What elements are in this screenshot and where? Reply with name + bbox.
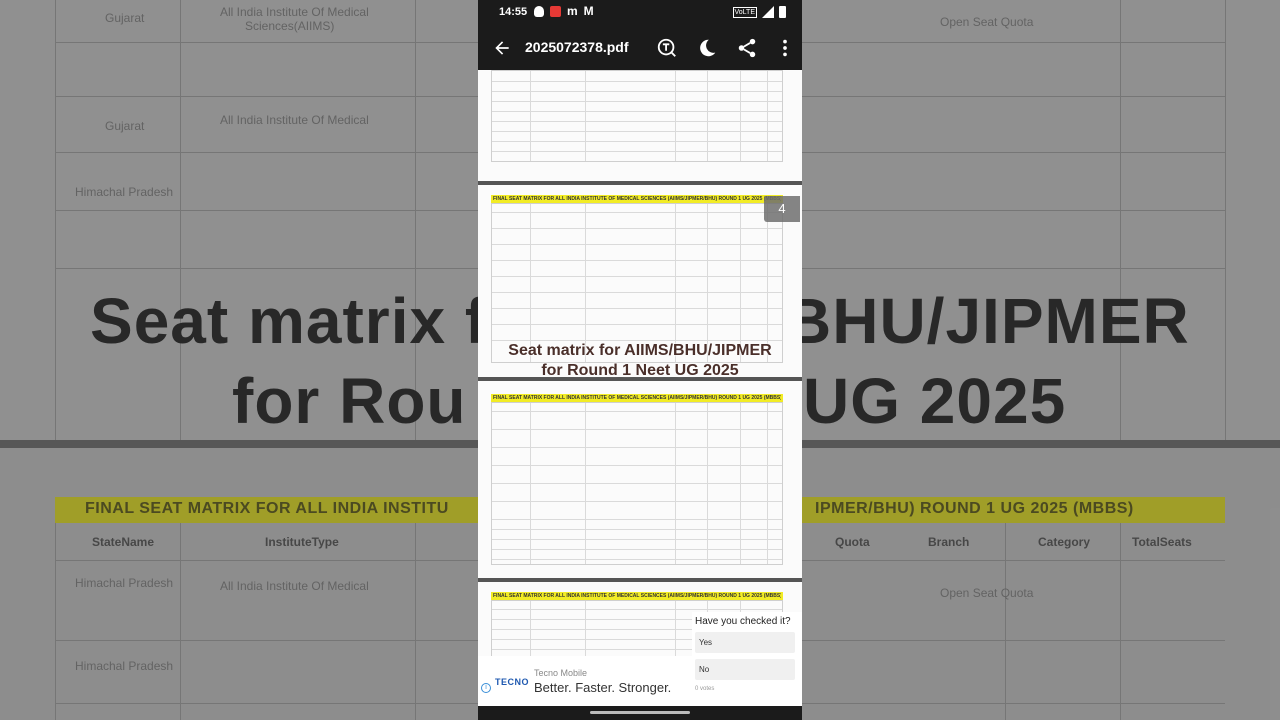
- battery-icon: [779, 6, 786, 18]
- text-to-speech-icon[interactable]: [656, 37, 678, 59]
- caption-line-2: for Round 1 Neet UG 2025: [541, 362, 739, 379]
- status-time: 14:55: [499, 6, 528, 18]
- pdf-page: [478, 70, 802, 181]
- ad-banner[interactable]: i TECNO Tecno Mobile Better. Faster. Str…: [478, 656, 692, 706]
- poll-question: Have you checked it?: [695, 616, 791, 627]
- pdf-page-header: FINAL SEAT MATRIX FOR ALL INDIA INSTITUT…: [493, 593, 781, 599]
- back-arrow-icon[interactable]: [492, 38, 512, 58]
- more-options-icon[interactable]: [774, 37, 796, 59]
- gmail-icon: M: [583, 4, 594, 18]
- pdf-page-header: FINAL SEAT MATRIX FOR ALL INDIA INSTITUT…: [493, 395, 781, 401]
- screen: Gujarat All India Institute Of Medical S…: [0, 0, 1280, 720]
- pdf-table: [491, 402, 783, 565]
- pdf-page: FINAL SEAT MATRIX FOR ALL INDIA INSTITUT…: [478, 381, 802, 578]
- app-bar: 2025072378.pdf: [478, 26, 802, 70]
- notification-icons: m M: [534, 4, 594, 18]
- volte-icon: VoLTE: [732, 6, 757, 18]
- caption-line-1: Seat matrix for AIIMS/BHU/JIPMER: [508, 342, 772, 359]
- pdf-table: [491, 70, 783, 162]
- poll-option-no[interactable]: No: [695, 659, 795, 680]
- pdf-page-header: FINAL SEAT MATRIX FOR ALL INDIA INSTITUT…: [493, 196, 781, 202]
- poll-vote-count: 0 votes: [695, 686, 715, 692]
- home-gesture-handle[interactable]: [590, 711, 690, 714]
- status-bar: 14:55 m M VoLTE: [478, 0, 802, 26]
- file-name: 2025072378.pdf: [525, 39, 629, 55]
- poll-card: Have you checked it? Yes No 0 votes: [692, 612, 802, 706]
- signal-icon: [762, 6, 774, 18]
- pdf-viewer[interactable]: FINAL SEAT MATRIX FOR ALL INDIA INSTITUT…: [478, 70, 802, 706]
- page-number-indicator: 4: [764, 196, 800, 222]
- share-icon[interactable]: [736, 37, 758, 59]
- navigation-bar: [478, 706, 802, 720]
- night-mode-icon[interactable]: [696, 37, 718, 59]
- app-notification-icon: [550, 6, 561, 17]
- ad-brand: Tecno Mobile: [534, 668, 588, 678]
- snapchat-icon: [534, 6, 544, 17]
- ad-logo: TECNO: [495, 677, 529, 687]
- ad-info-icon[interactable]: i: [481, 683, 491, 693]
- background-dim-right: [802, 0, 1280, 720]
- background-dim-left: [0, 0, 478, 720]
- system-icons: VoLTE: [732, 6, 786, 18]
- poll-option-yes[interactable]: Yes: [695, 632, 795, 653]
- m-app-icon: m: [567, 4, 578, 18]
- ad-slogan: Better. Faster. Stronger.: [534, 680, 672, 695]
- pdf-table: [491, 203, 783, 363]
